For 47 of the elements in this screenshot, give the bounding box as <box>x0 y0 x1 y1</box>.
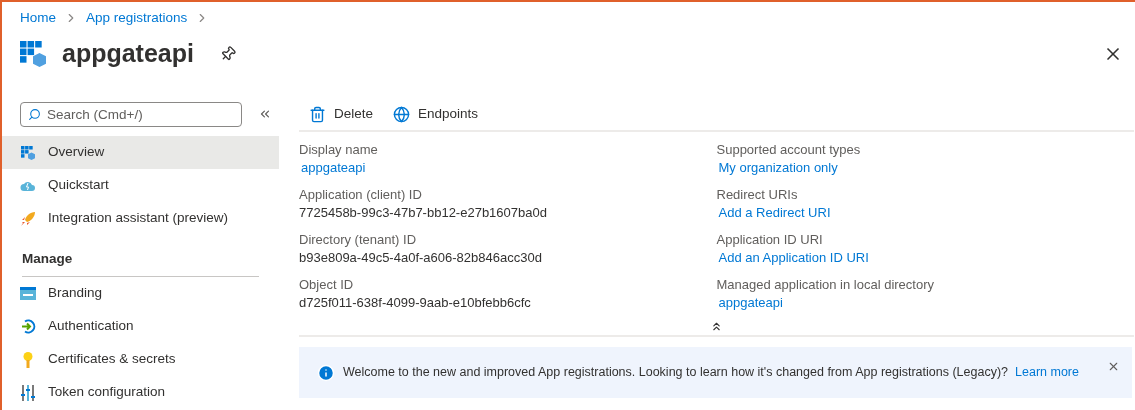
field-label: Application ID URI <box>716 231 824 249</box>
search-field[interactable]: Search (Cmd+/) <box>20 101 242 127</box>
app-grid-icon <box>21 145 35 160</box>
key-icon <box>23 351 33 368</box>
sidebar-item[interactable]: Overview <box>2 136 279 169</box>
sidebar-item[interactable]: Token configuration <box>2 376 279 409</box>
learn-more-link[interactable]: Learn more <box>1015 363 1079 382</box>
breadcrumb-link[interactable]: App registrations <box>86 7 188 29</box>
field-label: Display name <box>299 141 379 159</box>
rocket-icon <box>20 210 36 227</box>
banner-message: Welcome to the new and improved App registrations. Looking to learn how it's changed from App registrations (Legacy)? <box>343 364 1009 382</box>
field-label: Supported account types <box>716 141 862 159</box>
sliders-icon <box>21 384 35 401</box>
field-label: Directory (tenant) ID <box>299 231 418 249</box>
field-link[interactable]: appgateapi <box>716 294 783 312</box>
breadcrumb-link[interactable]: Home <box>20 7 56 29</box>
trash-icon <box>309 105 326 123</box>
field-label: Redirect URIs <box>716 186 799 204</box>
cloud-icon <box>20 179 36 192</box>
sidebar-item[interactable]: Integration assistant (preview) <box>2 202 279 235</box>
sidebar-item[interactable]: Authentication <box>2 310 279 343</box>
field-value: 7725458b-99c3-47b7-bb12-e27b1607ba0d <box>299 204 547 222</box>
collapse-up-icon[interactable] <box>710 320 723 333</box>
collapse-icon[interactable] <box>258 107 272 121</box>
field-value: b93e809a-49c5-4a0f-a606-82b846acc30d <box>299 249 542 267</box>
close-icon[interactable] <box>1107 360 1120 373</box>
app-grid-icon <box>20 41 46 67</box>
field-label: Managed application in local directory <box>716 276 935 294</box>
sidebar-item[interactable]: Certificates & secrets <box>2 343 279 376</box>
field-link[interactable]: appgateapi <box>299 159 366 177</box>
globe-icon <box>393 105 411 123</box>
search-icon <box>28 107 41 121</box>
info-icon <box>317 363 335 382</box>
field-label: Object ID <box>299 276 355 294</box>
field-link[interactable]: My organization only <box>716 159 838 177</box>
browser-window-icon <box>20 287 36 300</box>
page-title: appgateapi <box>62 38 194 70</box>
toolbar-button[interactable]: Endpoints <box>393 103 479 125</box>
section-heading: Manage <box>22 250 73 269</box>
field-label: Application (client) ID <box>299 186 423 204</box>
sidebar-item[interactable]: Quickstart <box>2 169 279 202</box>
toolbar-button[interactable]: Delete <box>309 103 374 125</box>
sidebar-item[interactable]: Branding <box>2 277 279 310</box>
field-link[interactable]: Add a Redirect URI <box>716 204 831 222</box>
field-link[interactable]: Add an Application ID URI <box>716 249 869 267</box>
sign-in-icon <box>20 319 36 334</box>
field-value: d725f011-638f-4099-9aab-e10bfebb6cfc <box>299 294 531 312</box>
